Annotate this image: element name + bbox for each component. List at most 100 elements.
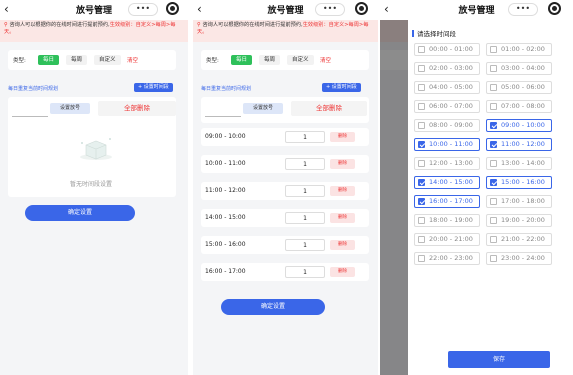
time-option[interactable]: 17:00 - 18:00: [486, 195, 552, 208]
nav-bar: ‹ 放号管理 •••: [0, 0, 188, 20]
slot-time: 14:00 - 15:00: [205, 214, 246, 221]
checkbox-checked-icon[interactable]: [490, 141, 497, 148]
time-option[interactable]: 23:00 - 24:00: [486, 252, 552, 265]
set-number-button[interactable]: 设置放号: [243, 103, 283, 114]
time-option[interactable]: 01:00 - 02:00: [486, 43, 552, 56]
time-option[interactable]: 18:00 - 19:00: [414, 214, 480, 227]
time-option[interactable]: 03:00 - 04:00: [486, 62, 552, 75]
delete-all-button[interactable]: 全部删除: [98, 101, 176, 116]
slot-time: 10:00 - 11:00: [205, 160, 246, 167]
slot-quantity-input[interactable]: 1: [285, 185, 325, 197]
time-option-label: 00:00 - 01:00: [429, 45, 473, 53]
picker-heading: 请选择时间段: [412, 28, 456, 38]
time-option-label: 12:00 - 13:00: [429, 159, 473, 167]
checkbox-icon[interactable]: [418, 84, 425, 91]
checkbox-checked-icon[interactable]: [418, 198, 425, 205]
time-option[interactable]: 11:00 - 12:00: [486, 138, 552, 151]
time-option[interactable]: 22:00 - 23:00: [414, 252, 480, 265]
time-option-label: 18:00 - 19:00: [429, 216, 473, 224]
checkbox-icon[interactable]: [418, 122, 425, 129]
time-option[interactable]: 16:00 - 17:00: [414, 195, 480, 208]
type-custom-chip[interactable]: 自定义: [94, 55, 121, 65]
modal-overlay[interactable]: [380, 20, 408, 375]
checkbox-icon[interactable]: [490, 103, 497, 110]
time-option[interactable]: 19:00 - 20:00: [486, 214, 552, 227]
slot-quantity-input[interactable]: 1: [285, 131, 325, 143]
checkbox-icon[interactable]: [490, 65, 497, 72]
number-input-line[interactable]: [12, 116, 48, 117]
time-option[interactable]: 10:00 - 11:00: [414, 138, 480, 151]
close-miniapp-icon[interactable]: [166, 2, 179, 15]
type-custom-chip[interactable]: 自定义: [287, 55, 314, 65]
confirm-button[interactable]: 确定设置: [25, 205, 135, 221]
checkbox-icon[interactable]: [490, 236, 497, 243]
time-option[interactable]: 14:00 - 15:00: [414, 176, 480, 189]
time-option[interactable]: 13:00 - 14:00: [486, 157, 552, 170]
checkbox-checked-icon[interactable]: [418, 141, 425, 148]
checkbox-icon[interactable]: [418, 236, 425, 243]
page-title: 放号管理: [75, 6, 112, 16]
close-miniapp-icon[interactable]: [355, 2, 368, 15]
set-slot-button[interactable]: + 设置时间段: [322, 83, 361, 92]
slot-delete-button[interactable]: 删除: [330, 186, 355, 196]
more-menu-button[interactable]: •••: [508, 3, 538, 16]
close-miniapp-icon[interactable]: [548, 2, 561, 15]
time-option[interactable]: 02:00 - 03:00: [414, 62, 480, 75]
checkbox-icon[interactable]: [418, 160, 425, 167]
checkbox-icon[interactable]: [418, 255, 425, 262]
time-option[interactable]: 09:00 - 10:00: [486, 119, 552, 132]
slot-quantity-input[interactable]: 1: [285, 212, 325, 224]
time-option[interactable]: 08:00 - 09:00: [414, 119, 480, 132]
checkbox-icon[interactable]: [490, 46, 497, 53]
checkbox-icon[interactable]: [490, 217, 497, 224]
time-option[interactable]: 05:00 - 06:00: [486, 81, 552, 94]
slot-quantity-input[interactable]: 1: [285, 266, 325, 278]
time-option[interactable]: 12:00 - 13:00: [414, 157, 480, 170]
checkbox-icon[interactable]: [490, 160, 497, 167]
time-option[interactable]: 21:00 - 22:00: [486, 233, 552, 246]
checkbox-icon[interactable]: [418, 46, 425, 53]
time-option-label: 15:00 - 16:00: [501, 178, 545, 186]
time-option[interactable]: 00:00 - 01:00: [414, 43, 480, 56]
checkbox-icon[interactable]: [418, 217, 425, 224]
confirm-button[interactable]: 确定设置: [221, 299, 325, 315]
clear-button[interactable]: 清空: [320, 56, 331, 64]
time-option-label: 16:00 - 17:00: [429, 197, 473, 205]
checkbox-checked-icon[interactable]: [418, 179, 425, 186]
time-option-label: 04:00 - 05:00: [429, 83, 473, 91]
checkbox-checked-icon[interactable]: [490, 122, 497, 129]
set-slot-button[interactable]: + 设置时间段: [134, 83, 173, 92]
slot-quantity-input[interactable]: 1: [285, 239, 325, 251]
slot-delete-button[interactable]: 删除: [330, 132, 355, 142]
checkbox-icon[interactable]: [418, 103, 425, 110]
type-daily-chip[interactable]: 每日: [38, 55, 60, 65]
slot-delete-button[interactable]: 删除: [330, 159, 355, 169]
type-weekly-chip[interactable]: 每周: [66, 55, 88, 65]
time-option[interactable]: 06:00 - 07:00: [414, 100, 480, 113]
type-weekly-chip[interactable]: 每周: [259, 55, 281, 65]
save-button[interactable]: 保存: [448, 351, 550, 368]
slot-quantity-input[interactable]: 1: [285, 158, 325, 170]
checkbox-icon[interactable]: [418, 65, 425, 72]
slot-time: 15:00 - 16:00: [205, 241, 246, 248]
type-daily-chip[interactable]: 每日: [231, 55, 253, 65]
set-number-button[interactable]: 设置放号: [50, 103, 90, 114]
time-option[interactable]: 04:00 - 05:00: [414, 81, 480, 94]
checkbox-checked-icon[interactable]: [490, 179, 497, 186]
time-option-label: 08:00 - 09:00: [429, 121, 473, 129]
more-menu-button[interactable]: •••: [128, 3, 158, 16]
checkbox-icon[interactable]: [490, 198, 497, 205]
time-option[interactable]: 07:00 - 08:00: [486, 100, 552, 113]
checkbox-icon[interactable]: [490, 84, 497, 91]
slot-delete-button[interactable]: 删除: [330, 267, 355, 277]
time-option[interactable]: 20:00 - 21:00: [414, 233, 480, 246]
more-menu-button[interactable]: •••: [315, 3, 345, 16]
time-option[interactable]: 15:00 - 16:00: [486, 176, 552, 189]
slot-delete-button[interactable]: 删除: [330, 240, 355, 250]
delete-all-button[interactable]: 全部删除: [291, 101, 367, 116]
clear-button[interactable]: 清空: [127, 56, 138, 64]
slot-delete-button[interactable]: 删除: [330, 213, 355, 223]
time-option-label: 14:00 - 15:00: [429, 178, 473, 186]
number-input-line[interactable]: [205, 116, 241, 117]
checkbox-icon[interactable]: [490, 255, 497, 262]
